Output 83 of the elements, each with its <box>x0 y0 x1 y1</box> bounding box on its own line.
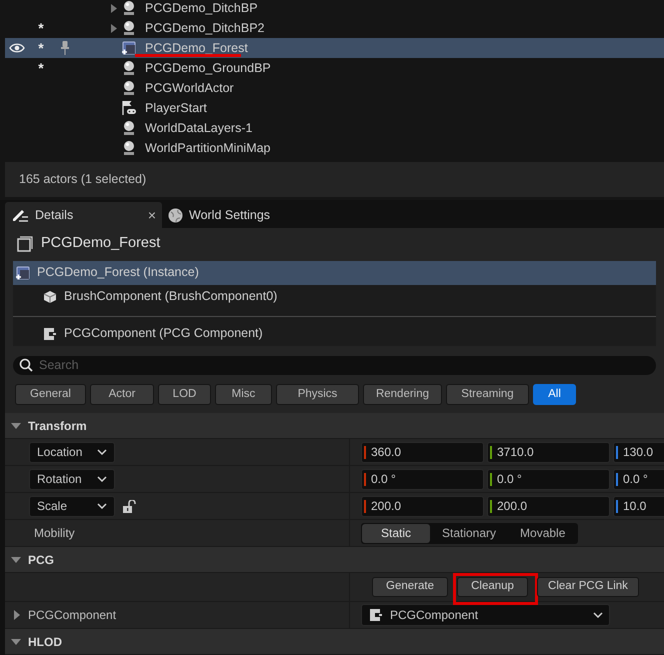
actor-name: PCGDemo_DitchBP <box>145 0 258 17</box>
sphere-actor-icon <box>121 120 137 136</box>
property-label: PCGComponent <box>28 607 116 624</box>
outliner-row[interactable]: PCGDemo_DitchBP <box>5 0 664 18</box>
sphere-actor-icon <box>121 140 137 156</box>
expand-arrow-icon <box>14 610 20 620</box>
modified-asterisk: * <box>38 61 44 75</box>
filter-button[interactable]: Streaming <box>446 384 529 405</box>
actor-name: PCGDemo_Forest <box>145 40 248 57</box>
modified-asterisk: * <box>38 21 44 35</box>
sphere-actor-icon <box>121 60 137 76</box>
filter-button[interactable]: Physics <box>276 384 359 405</box>
collapse-arrow-icon <box>11 422 21 428</box>
actor-name: PCGDemo_GroundBP <box>145 60 271 77</box>
box-icon <box>42 288 58 305</box>
chevron-down-icon <box>97 449 107 455</box>
outliner-row[interactable]: PCGWorldActor <box>5 78 664 98</box>
property-label: Mobility <box>34 525 75 542</box>
close-button[interactable]: × <box>148 204 156 226</box>
component-row[interactable]: PCGComponent (PCG Component) <box>13 322 656 346</box>
filter-button[interactable]: General <box>15 384 86 405</box>
actor-name: PlayerStart <box>145 100 207 117</box>
sphere-actor-icon <box>121 20 137 36</box>
section-header[interactable]: HLOD <box>5 629 664 655</box>
search-icon <box>19 358 33 372</box>
section-header[interactable]: Transform <box>5 413 664 439</box>
action-button[interactable]: Cleanup <box>457 577 528 597</box>
outliner-row[interactable]: * PCGDemo_Forest <box>5 38 664 58</box>
number-field[interactable]: 0.0 ° <box>361 468 484 490</box>
panel-tab[interactable]: World Settings <box>162 202 276 228</box>
filter-button[interactable]: Rendering <box>363 384 442 405</box>
filter-button[interactable]: Misc <box>215 384 272 405</box>
cube-plus-icon <box>15 264 31 281</box>
actor-name: WorldPartitionMiniMap <box>145 140 271 157</box>
number-field[interactable]: 130.0 <box>613 442 664 462</box>
pencil-lines-icon <box>11 208 29 222</box>
component-dropdown[interactable]: PCGComponent <box>361 604 610 626</box>
actor-name: PCGDemo_DitchBP2 <box>145 20 264 37</box>
number-field[interactable]: 0.0 ° <box>613 468 664 490</box>
component-row[interactable]: PCGDemo_Forest (Instance) <box>13 260 656 285</box>
number-field[interactable]: 200.0 <box>487 496 610 516</box>
globe-icon <box>168 208 183 222</box>
number-field[interactable]: 10.0 <box>613 496 664 516</box>
modified-asterisk: * <box>38 41 44 55</box>
number-field[interactable]: 3710.0 <box>487 442 610 462</box>
transform-dropdown[interactable]: Location <box>29 442 115 462</box>
component-row[interactable]: BrushComponent (BrushComponent0) <box>13 284 656 309</box>
number-field[interactable]: 360.0 <box>361 442 484 462</box>
chevron-down-icon <box>97 503 107 509</box>
pcg-component-icon <box>42 326 58 342</box>
sphere-actor-icon <box>121 80 137 96</box>
action-button[interactable]: Clear PCG Link <box>537 577 639 597</box>
actor-name: PCGWorldActor <box>145 80 234 97</box>
section-header[interactable]: PCG <box>5 547 664 573</box>
collapse-arrow-icon <box>11 638 21 644</box>
transform-dropdown[interactable]: Rotation <box>29 468 115 490</box>
actor-title: PCGDemo_Forest <box>41 234 160 253</box>
status-bar: 165 actors (1 selected) <box>5 162 664 197</box>
filter-button[interactable]: LOD <box>158 384 211 405</box>
action-button[interactable]: Generate <box>372 577 448 597</box>
mobility-option[interactable]: Movable <box>508 524 578 542</box>
number-field[interactable]: 200.0 <box>361 496 484 516</box>
cube-plus-icon <box>121 40 137 56</box>
chevron-down-icon <box>593 612 603 618</box>
panel-tab[interactable]: Details × <box>5 202 162 228</box>
pcg-component-icon <box>368 607 384 623</box>
mobility-option[interactable]: Stationary <box>430 524 508 542</box>
actor-name: WorldDataLayers-1 <box>145 120 252 137</box>
filter-button[interactable]: Actor <box>90 384 154 405</box>
chevron-down-icon <box>97 476 107 482</box>
flag-gamepad-icon <box>121 100 137 116</box>
outliner-row[interactable]: * PCGDemo_DitchBP2 <box>5 18 664 38</box>
outliner-row[interactable]: WorldPartitionMiniMap <box>5 138 664 158</box>
filter-button[interactable]: All <box>533 384 576 405</box>
actor-box-icon <box>17 236 33 252</box>
outliner-row[interactable]: WorldDataLayers-1 <box>5 118 664 138</box>
transform-dropdown[interactable]: Scale <box>29 496 115 516</box>
outliner-row[interactable]: * PCGDemo_GroundBP <box>5 58 664 78</box>
number-field[interactable]: 0.0 ° <box>487 468 610 490</box>
mobility-option[interactable]: Static <box>362 524 430 542</box>
collapse-arrow-icon <box>11 556 21 562</box>
sphere-actor-icon <box>121 0 137 16</box>
outliner-row[interactable]: PlayerStart <box>5 98 664 118</box>
